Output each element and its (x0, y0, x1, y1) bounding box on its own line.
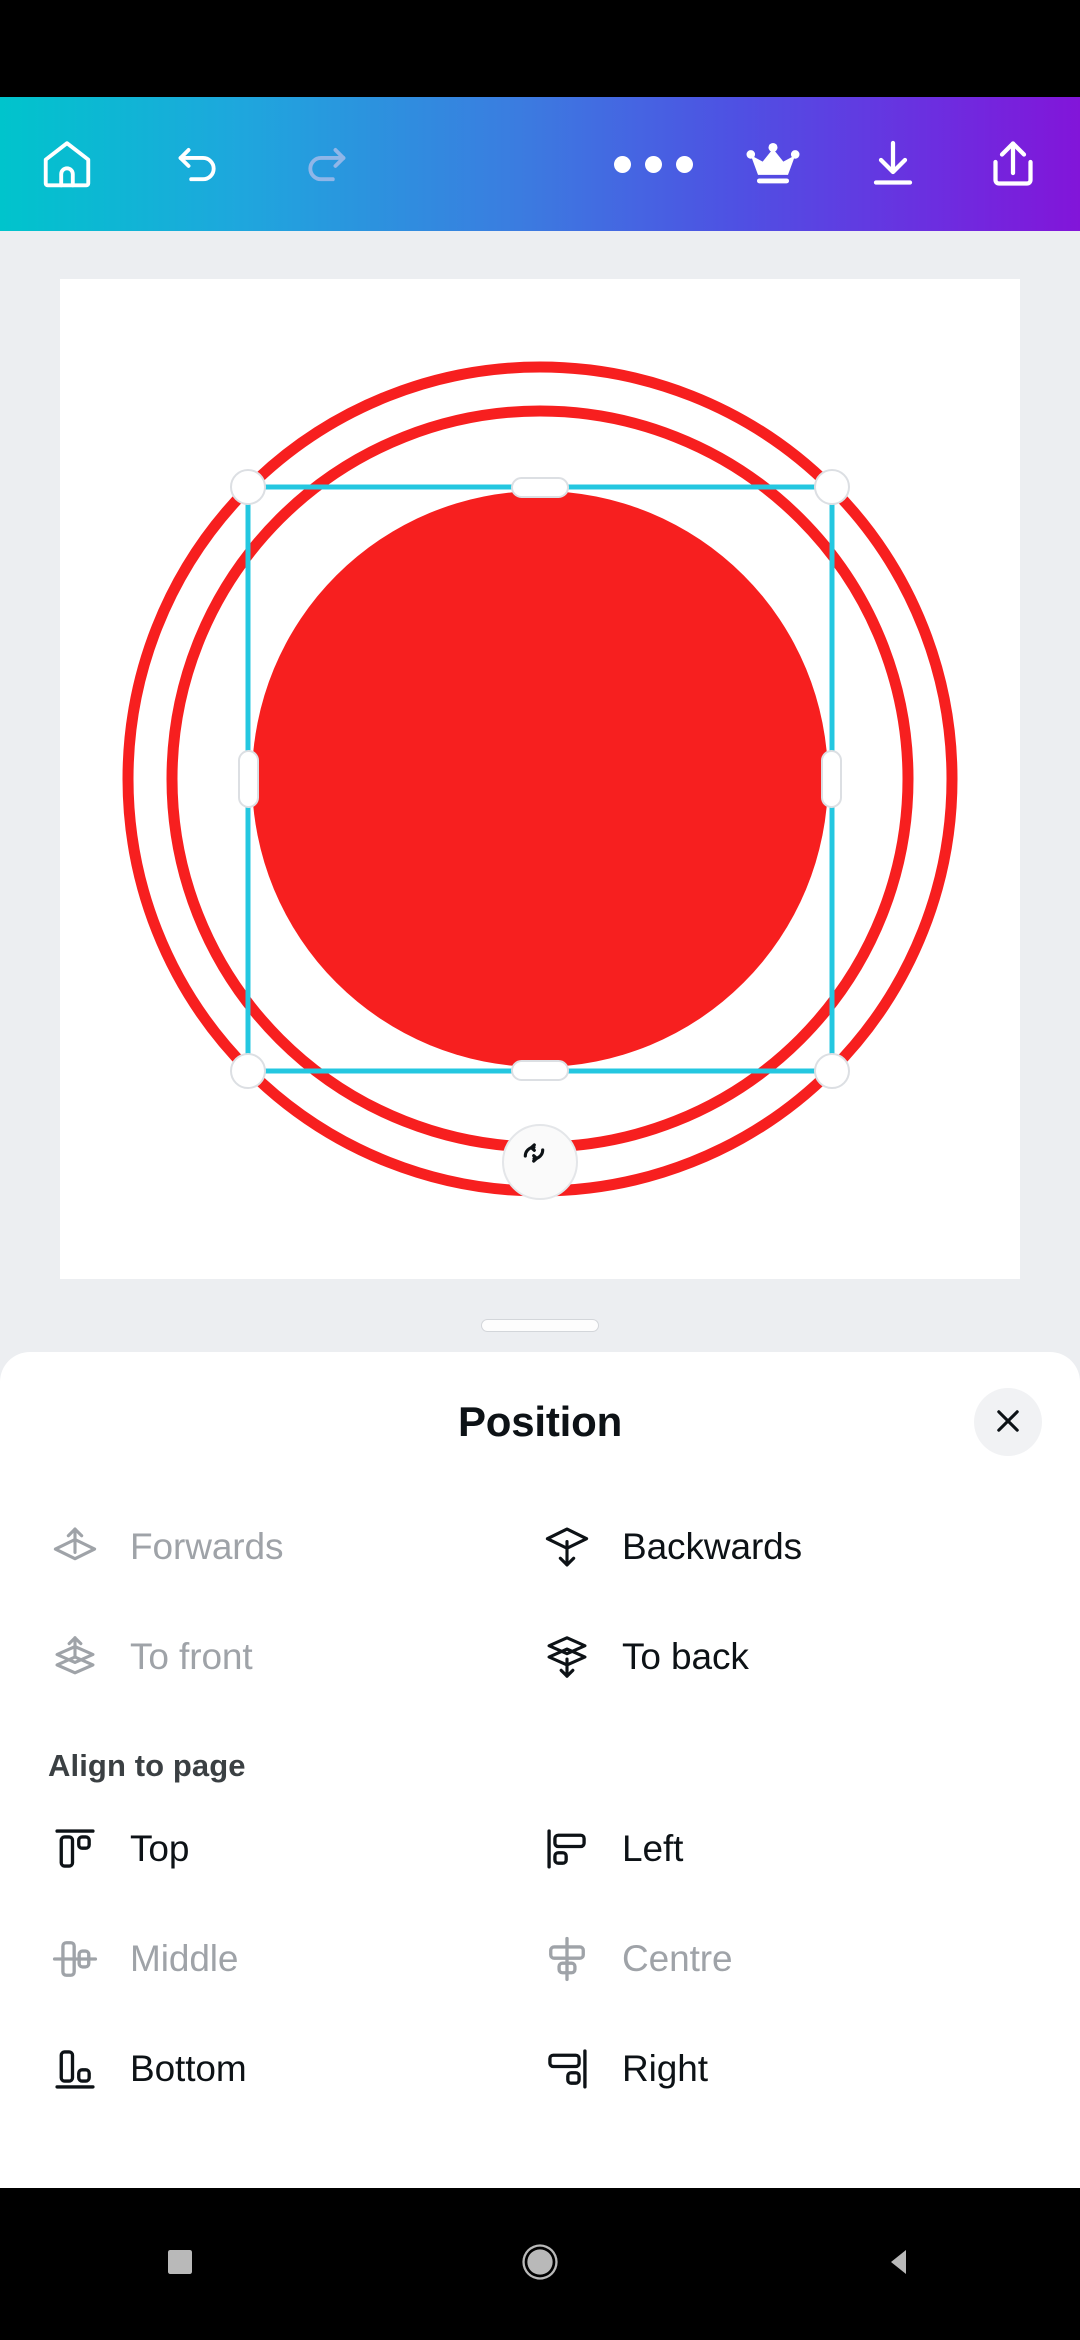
action-align-top[interactable]: Top (48, 1794, 540, 1904)
align-left-icon (540, 1822, 594, 1876)
undo-icon (168, 135, 226, 193)
design-page[interactable] (60, 279, 1020, 1279)
align-centre-icon (540, 1932, 594, 1986)
app-root: Position Forwards Backwards To front To … (0, 0, 1080, 2340)
handle-right-middle (821, 750, 842, 808)
design-artwork (122, 361, 958, 1200)
back-button[interactable] (825, 2188, 975, 2340)
download-button[interactable] (840, 111, 946, 217)
panel-header: Position (0, 1352, 1080, 1492)
crown-icon (742, 133, 804, 195)
bring-to-front-icon (48, 1630, 102, 1684)
align-right-icon (540, 2042, 594, 2096)
handle-bottom-left (230, 1053, 266, 1089)
home-icon (38, 135, 96, 193)
rotate-handle (502, 1124, 578, 1200)
handle-top-right (814, 469, 850, 505)
recents-icon (162, 2244, 198, 2285)
toolbar-left-group (0, 111, 380, 217)
align-actions-grid: Top Left Middle Centre Bottom Right (0, 1794, 1080, 2124)
pro-crown-button[interactable] (720, 111, 826, 217)
close-panel-button[interactable] (974, 1388, 1042, 1456)
layer-row-1: Forwards Backwards (48, 1492, 1032, 1602)
action-label: Left (622, 1828, 684, 1869)
back-icon (882, 2244, 918, 2285)
sheet-drag-handle[interactable] (481, 1318, 599, 1332)
action-label: Forwards (130, 1526, 284, 1567)
action-to-back[interactable]: To back (540, 1602, 1032, 1712)
android-nav-bar (0, 2188, 1080, 2340)
align-bottom-icon (48, 2042, 102, 2096)
handle-top-left (230, 469, 266, 505)
canvas-area[interactable] (0, 231, 1080, 1341)
action-to-front: To front (48, 1602, 540, 1712)
share-icon (983, 134, 1043, 194)
editor-toolbar (0, 97, 1080, 231)
handle-top-center (511, 477, 569, 498)
position-panel: Position Forwards Backwards To front To … (0, 1352, 1080, 2188)
action-label: Centre (622, 1938, 733, 1979)
action-label: To back (622, 1636, 749, 1677)
align-top-icon (48, 1822, 102, 1876)
redo-icon (298, 135, 356, 193)
action-label: Backwards (622, 1526, 803, 1567)
action-label: Right (622, 2048, 708, 2089)
more-options-button[interactable] (600, 111, 706, 217)
align-row-1: Top Left (48, 1794, 1032, 1904)
close-icon (991, 1404, 1025, 1441)
toolbar-right-group (600, 111, 1080, 217)
recents-button[interactable] (105, 2188, 255, 2340)
filled-circle (252, 491, 828, 1067)
handle-bottom-center (511, 1060, 569, 1081)
share-button[interactable] (960, 111, 1066, 217)
action-label: Bottom (130, 2048, 247, 2089)
layer-actions-grid: Forwards Backwards To front To back (0, 1492, 1080, 1712)
redo-button (274, 111, 380, 217)
action-backwards[interactable]: Backwards (540, 1492, 1032, 1602)
handle-bottom-right (814, 1053, 850, 1089)
sheet-drag-zone[interactable] (0, 1290, 1080, 1360)
action-align-centre: Centre (540, 1904, 1032, 2014)
action-align-left[interactable]: Left (540, 1794, 1032, 1904)
download-icon (863, 134, 923, 194)
undo-button[interactable] (144, 111, 250, 217)
handle-left-middle (238, 750, 259, 808)
action-forwards: Forwards (48, 1492, 540, 1602)
status-bar (0, 0, 1080, 97)
send-to-back-icon (540, 1630, 594, 1684)
send-backwards-icon (540, 1520, 594, 1574)
action-label: To front (130, 1636, 253, 1677)
align-middle-icon (48, 1932, 102, 1986)
panel-title: Position (457, 1398, 623, 1445)
more-icon (613, 155, 693, 173)
align-row-3: Bottom Right (48, 2014, 1032, 2124)
action-label: Middle (130, 1938, 239, 1979)
align-section-title: Align to page (48, 1748, 246, 1783)
home-nav-button[interactable] (465, 2188, 615, 2340)
action-align-bottom[interactable]: Bottom (48, 2014, 540, 2124)
bring-forwards-icon (48, 1520, 102, 1574)
action-align-right[interactable]: Right (540, 2014, 1032, 2124)
action-label: Top (130, 1828, 190, 1869)
home-button[interactable] (14, 111, 120, 217)
action-align-middle: Middle (48, 1904, 540, 2014)
align-row-2: Middle Centre (48, 1904, 1032, 2014)
home-circle-icon (517, 2239, 563, 2290)
layer-row-2: To front To back (48, 1602, 1032, 1712)
